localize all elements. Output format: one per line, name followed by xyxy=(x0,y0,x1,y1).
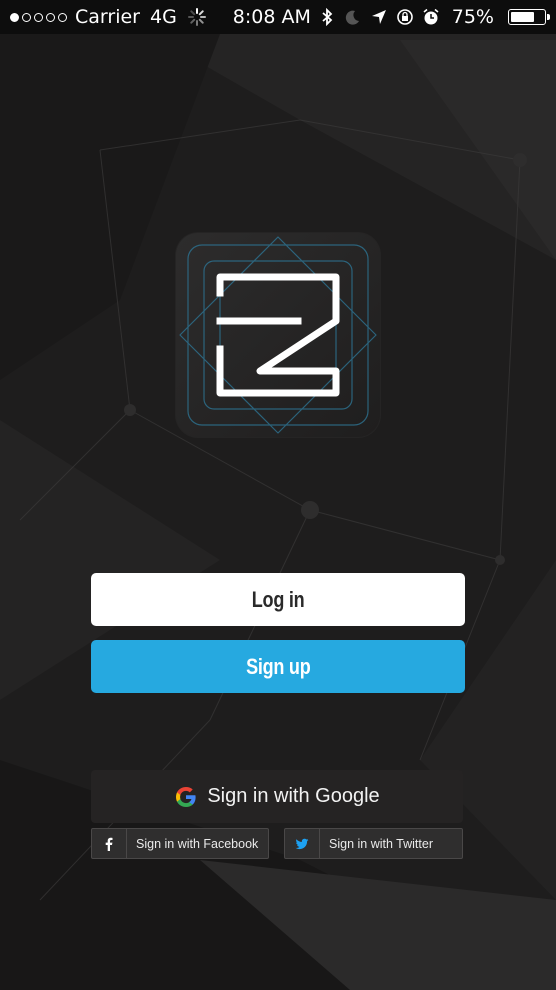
twitter-icon xyxy=(295,838,309,849)
login-button-label: Log in xyxy=(251,586,305,612)
status-bar: Carrier 4G 8:08 AM 75% xyxy=(0,0,556,34)
location-arrow-icon xyxy=(371,10,386,24)
google-signin-label: Sign in with Google xyxy=(207,785,380,807)
facebook-signin-button[interactable]: Sign in with Facebook xyxy=(91,828,269,859)
facebook-icon xyxy=(105,837,113,851)
google-signin-button[interactable]: Sign in with Google xyxy=(91,770,463,823)
login-button[interactable]: Log in xyxy=(91,573,465,626)
google-icon xyxy=(176,786,196,807)
facebook-signin-label: Sign in with Facebook xyxy=(136,836,259,851)
signup-button[interactable]: Sign up xyxy=(91,640,465,693)
carrier-name: Carrier xyxy=(75,6,140,28)
moon-icon xyxy=(345,10,359,25)
background-pattern xyxy=(0,34,556,990)
battery-icon xyxy=(507,9,550,25)
app-logo xyxy=(176,233,380,437)
bluetooth-icon xyxy=(322,8,333,26)
z-logo-icon xyxy=(176,233,380,437)
signal-strength-icon xyxy=(10,12,67,22)
signup-button-label: Sign up xyxy=(245,653,311,679)
activity-spinner-icon xyxy=(187,8,206,26)
battery-percent: 75% xyxy=(451,6,494,28)
rotation-lock-icon xyxy=(396,9,413,25)
twitter-signin-button[interactable]: Sign in with Twitter xyxy=(284,828,463,859)
alarm-icon xyxy=(423,8,439,25)
status-time: 8:08 AM xyxy=(232,6,311,28)
twitter-signin-label: Sign in with Twitter xyxy=(329,836,433,851)
network-type: 4G xyxy=(149,6,177,28)
